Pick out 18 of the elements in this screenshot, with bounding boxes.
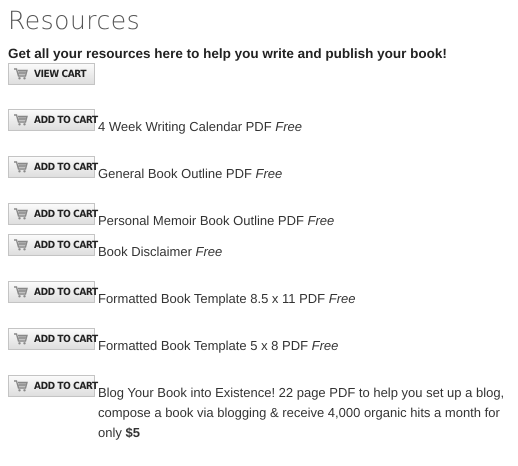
resource-description: General Book Outline PDF Free <box>98 166 284 183</box>
resource-description: Formatted Book Template 5 x 8 PDF Free <box>98 338 340 355</box>
resource-description: Book Disclaimer Free <box>98 244 224 261</box>
resource-description: Formatted Book Template 8.5 x 11 PDF Free <box>98 291 356 308</box>
resource-description: 4 Week Writing Calendar PDF Free <box>98 119 303 136</box>
resource-description: Personal Memoir Book Outline PDF Free <box>98 213 336 230</box>
page-title: Resources <box>8 6 142 35</box>
view-cart-button[interactable]: VIEW CART <box>8 63 95 85</box>
cart-icon <box>14 161 28 173</box>
cart-icon <box>14 114 28 126</box>
cart-icon <box>14 68 28 80</box>
cart-icon <box>14 286 28 298</box>
resource-description: Blog Your Book into Existence! 22 page PDF to help you set up a blog, compose a book via blogging & receive 4,000 organic hits a month for only $5 <box>98 385 506 442</box>
cart-icon <box>14 333 28 345</box>
cart-icon <box>14 380 28 392</box>
cart-icon <box>14 239 28 251</box>
cart-icon <box>14 208 28 220</box>
intro-text: Get all your resources here to help you write and publish your book! <box>8 45 448 63</box>
